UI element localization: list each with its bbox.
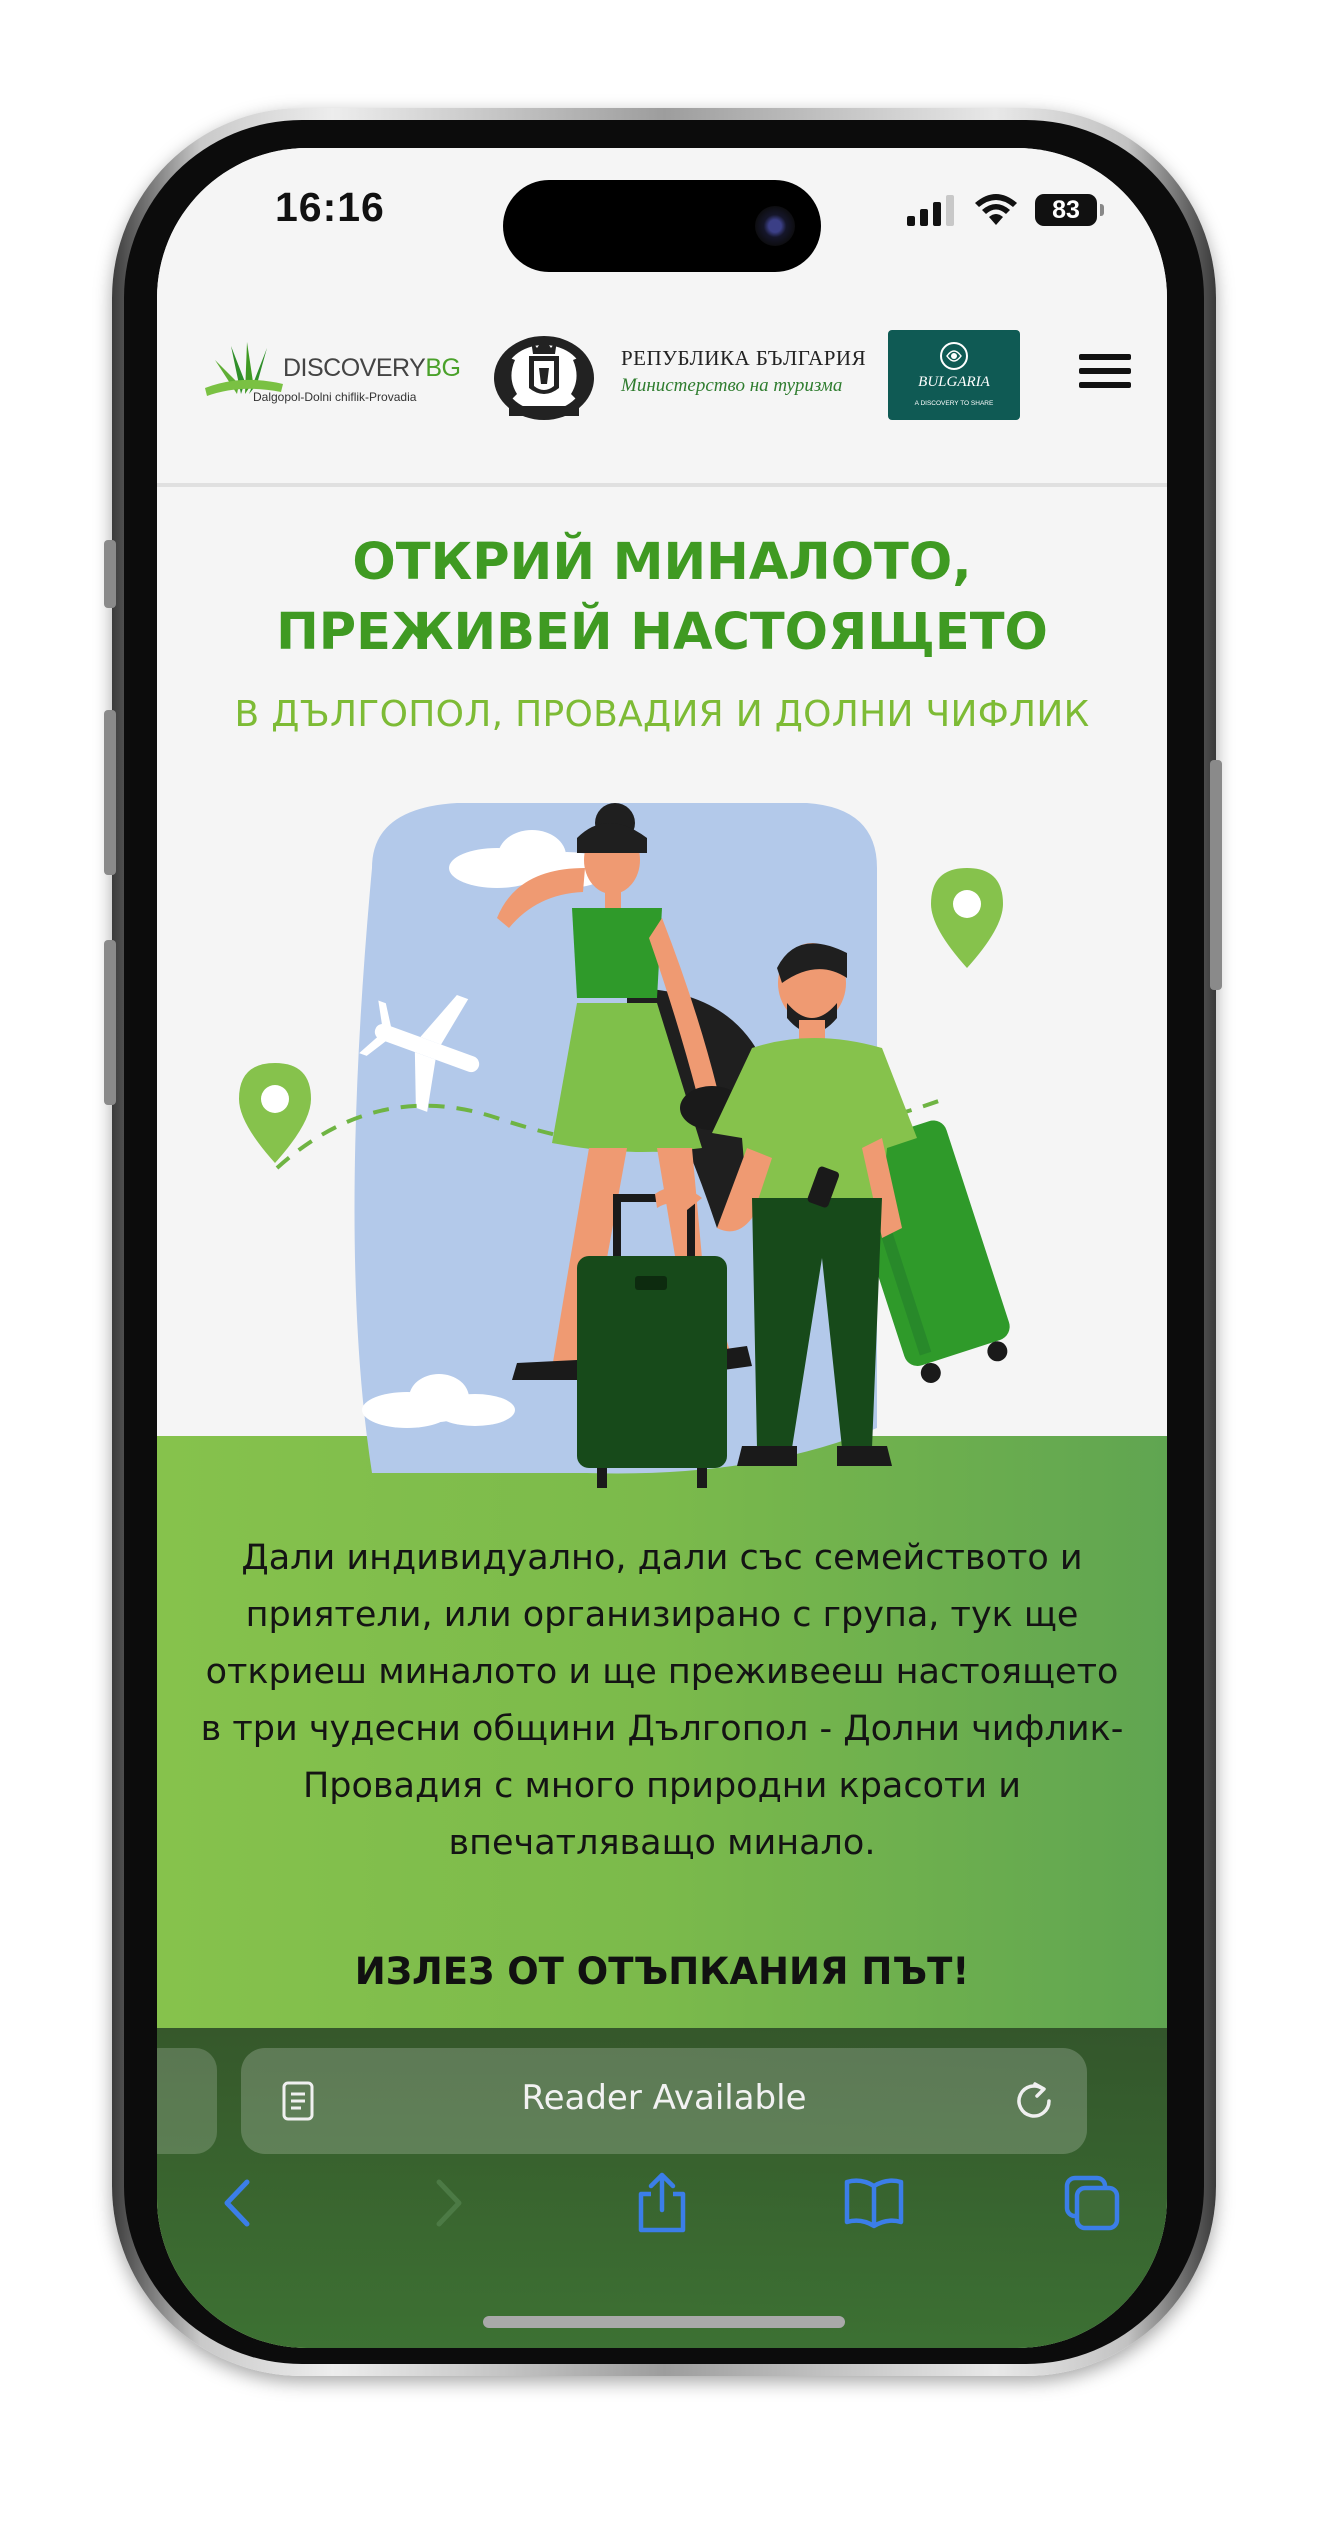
volume-down-button	[104, 940, 116, 1105]
reader-available-label: Reader Available	[521, 2078, 807, 2118]
location-pin-icon	[931, 868, 1003, 968]
volume-up-button	[104, 710, 116, 875]
coat-of-arms-icon	[494, 336, 594, 420]
ministry-block[interactable]: РЕПУБЛИКА БЪЛГАРИЯ Министерство на туриз…	[621, 346, 866, 397]
discovery-bg-logo[interactable]: DISCOVERYBG Dalgopol-Dolni chiflik-Prova…	[201, 338, 461, 418]
status-bar: 16:16 83	[157, 148, 1167, 283]
status-time: 16:16	[275, 184, 385, 230]
bulgaria-word: BULGARIA	[918, 374, 990, 390]
forward-icon[interactable]	[415, 2172, 477, 2234]
intro-paragraph: Дали индивидуално, дали със семейството …	[200, 1538, 1124, 1863]
back-icon[interactable]	[209, 2172, 271, 2234]
wifi-icon	[975, 194, 1017, 225]
bookmarks-icon[interactable]	[843, 2172, 905, 2234]
cellular-signal-icon	[907, 195, 954, 226]
discovery-logo-tagline: Dalgopol-Dolni chiflik-Provadia	[253, 390, 417, 404]
ministry-name: Министерство на туризма	[621, 375, 843, 396]
previous-tab-stub[interactable]	[157, 2048, 217, 2154]
reload-icon[interactable]	[1013, 2080, 1055, 2122]
hero-title-line1: ОТКРИЙ МИНАЛОТО,	[352, 533, 972, 592]
discovery-logo-text: DISCOVERYBG	[283, 354, 461, 382]
bulgaria-slogan: A DISCOVERY TO SHARE	[914, 400, 994, 407]
home-indicator[interactable]	[483, 2316, 845, 2328]
power-button	[1210, 760, 1222, 990]
ministry-country: РЕПУБЛИКА БЪЛГАРИЯ	[621, 346, 867, 370]
front-camera	[755, 206, 795, 246]
phone-screen: 16:16 83 DISCOVERYBG Dalgopol-Dolni chif…	[157, 148, 1167, 2348]
hamburger-menu-icon[interactable]	[1079, 354, 1131, 394]
rose-icon	[940, 342, 968, 370]
bulgaria-tourism-logo[interactable]: BULGARIA A DISCOVERY TO SHARE	[888, 330, 1020, 420]
tabs-icon[interactable]	[1061, 2172, 1123, 2234]
hero-title-line2: ПРЕЖИВЕЙ НАСТОЯЩЕТО	[276, 603, 1048, 662]
battery-indicator: 83	[1035, 194, 1104, 226]
cta-heading: ИЗЛЕЗ ОТ ОТЪПКАНИЯ ПЪТ!	[354, 1950, 970, 1993]
share-icon[interactable]	[631, 2172, 693, 2234]
header-divider	[157, 483, 1167, 487]
hero-subtitle: В ДЪЛГОПОЛ, ПРОВАДИЯ И ДОЛНИ ЧИФЛИК	[234, 694, 1090, 735]
dynamic-island	[503, 180, 821, 272]
hero-title: ОТКРИЙ МИНАЛОТО, ПРЕЖИВЕЙ НАСТОЯЩЕТО	[157, 528, 1167, 668]
address-bar[interactable]: Reader Available	[241, 2048, 1087, 2154]
status-icons: 83	[907, 190, 1104, 230]
action-button	[104, 540, 116, 608]
